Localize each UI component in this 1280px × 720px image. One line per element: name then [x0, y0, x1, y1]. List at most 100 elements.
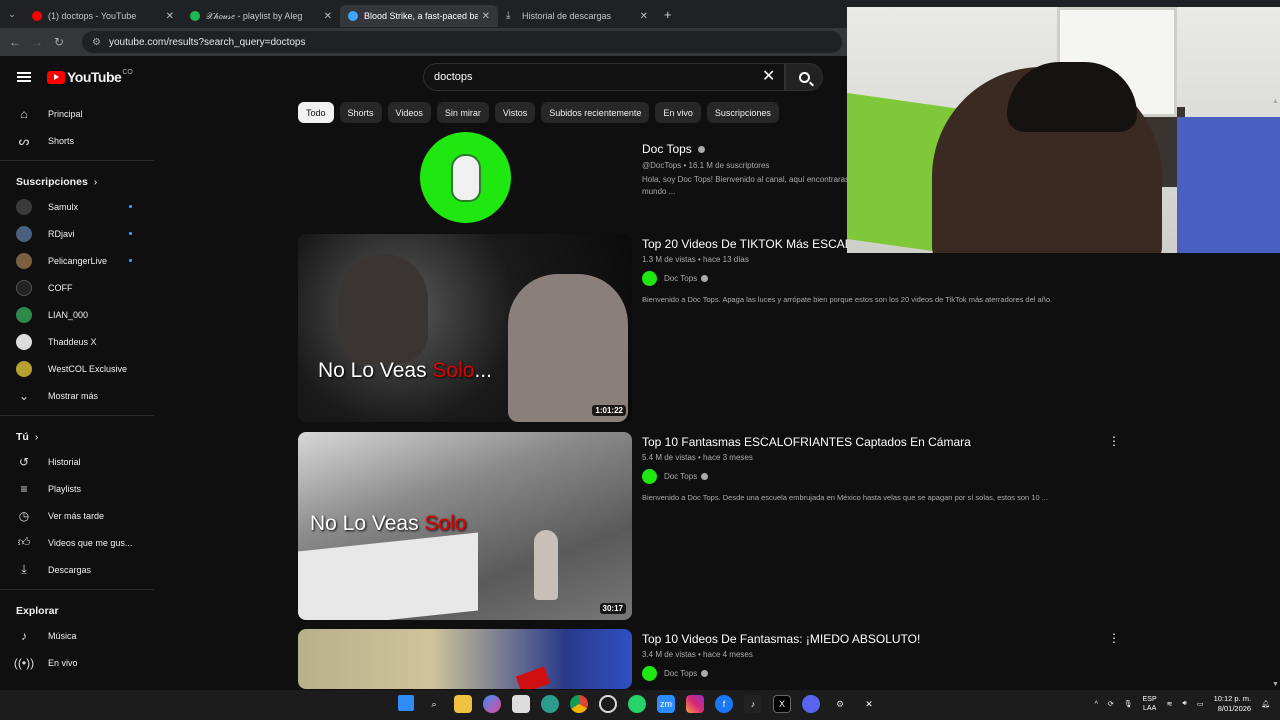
zoom-icon[interactable]: zm: [657, 695, 675, 713]
video-result[interactable]: No Lo Veas Solo 30:17 Top 10 Fantasmas E…: [298, 432, 1128, 620]
sidebar-item-rdjavi[interactable]: RDjavi: [0, 220, 154, 247]
tray-overflow-icon[interactable]: ^: [1095, 701, 1098, 708]
browser-tab-blood-strike[interactable]: Blood Strike, a fast-paced battl ✕: [340, 5, 498, 27]
facebook-icon[interactable]: f: [715, 695, 733, 713]
sidebar-item-pelicangerlive[interactable]: PelicangerLive: [0, 247, 154, 274]
close-tab-icon[interactable]: ✕: [482, 11, 490, 22]
video-title[interactable]: Top 10 Fantasmas ESCALOFRIANTES Captados…: [642, 435, 1122, 449]
reload-icon[interactable]: ↻: [48, 35, 70, 49]
more-options-icon[interactable]: ⋮: [1108, 631, 1120, 645]
edge-icon[interactable]: [541, 695, 559, 713]
chip-en-vivo[interactable]: En vivo: [655, 102, 701, 123]
sidebar-item-playlists[interactable]: ≡ Playlists: [0, 475, 154, 502]
channel-handle-subs: @DocTops • 16.1 M de suscriptores: [642, 161, 770, 170]
chip-vistos[interactable]: Vistos: [494, 102, 536, 123]
settings-icon[interactable]: ⚙: [831, 695, 849, 713]
verified-icon: [701, 670, 709, 677]
browser-tab-downloads[interactable]: ⤓ Historial de descargas ✕: [498, 5, 656, 27]
menu-icon[interactable]: [17, 72, 31, 82]
new-tab-icon[interactable]: +: [664, 7, 672, 22]
chip-todo[interactable]: Todo: [298, 102, 334, 123]
home-icon: ⌂: [20, 106, 28, 121]
wifi-icon[interactable]: ≋: [1167, 700, 1173, 708]
site-info-icon[interactable]: ⚙: [92, 37, 101, 48]
video-thumbnail[interactable]: [298, 629, 632, 689]
back-icon[interactable]: ←: [4, 35, 26, 49]
windows-start-icon[interactable]: [398, 695, 414, 711]
sidebar-item-lian[interactable]: LIAN_000: [0, 301, 154, 328]
notifications-icon[interactable]: 🔔︎: [1261, 700, 1270, 708]
video-result[interactable]: No Lo Veas Solo... 1:01:22 Top 20 Videos…: [298, 234, 1128, 422]
microphone-icon[interactable]: 🎙︎: [1124, 700, 1133, 708]
sidebar-item-label: WestCOL Exclusive: [48, 363, 128, 374]
show-more-button[interactable]: ⌄ Mostrar más: [0, 382, 154, 409]
sidebar-item-samulx[interactable]: Samulx: [0, 193, 154, 220]
close-tab-icon[interactable]: ✕: [640, 11, 648, 22]
video-result[interactable]: Top 10 Videos De Fantasmas: ¡MIEDO ABSOL…: [298, 629, 1128, 689]
sidebar-item-music[interactable]: ♪ Música: [0, 622, 154, 649]
clock[interactable]: 10:12 p. m. 8/01/2026: [1214, 694, 1252, 714]
sidebar-item-live[interactable]: ((•)) En vivo: [0, 649, 154, 676]
tab-search-icon[interactable]: ⌄: [0, 9, 24, 20]
download-favicon-icon: ⤓: [506, 10, 511, 21]
you-heading[interactable]: Tú ›: [0, 422, 154, 448]
capcut-icon[interactable]: ✕: [860, 695, 878, 713]
sidebar-item-coff[interactable]: COFF: [0, 274, 154, 301]
sync-icon[interactable]: ⟳: [1108, 700, 1114, 708]
scroll-down-arrow-icon[interactable]: ▼: [1271, 681, 1280, 688]
video-thumbnail[interactable]: No Lo Veas Solo 30:17: [298, 432, 632, 620]
channel-name[interactable]: Doc Tops: [642, 142, 852, 156]
subscriptions-heading[interactable]: Suscripciones ›: [0, 167, 154, 193]
language-indicator[interactable]: ESP LAA: [1143, 695, 1157, 713]
chip-suscripciones[interactable]: Suscripciones: [706, 102, 779, 123]
video-title[interactable]: Top 10 Videos De Fantasmas: ¡MIEDO ABSOL…: [642, 632, 1122, 646]
url-field[interactable]: ⚙ youtube.com/results?search_query=docto…: [82, 31, 842, 53]
video-thumbnail[interactable]: No Lo Veas Solo... 1:01:22: [298, 234, 632, 422]
page-scrollbar[interactable]: ▲ ▼: [1271, 98, 1280, 688]
search-input[interactable]: doctops: [423, 63, 785, 91]
chip-videos[interactable]: Videos: [387, 102, 431, 123]
search-icon: [798, 71, 810, 83]
youtube-logo[interactable]: YouTube CO: [47, 69, 133, 85]
chip-sin-mirar[interactable]: Sin mirar: [436, 102, 489, 123]
sidebar-item-label: LIAN_000: [48, 309, 89, 320]
sidebar-item-downloads[interactable]: ⤓ Descargas: [0, 556, 154, 583]
sidebar-item-watch-later[interactable]: ◷ Ver más tarde: [0, 502, 154, 529]
volume-icon[interactable]: 🔊︎: [1183, 700, 1187, 708]
forward-icon[interactable]: →: [26, 35, 48, 49]
sidebar-item-historial[interactable]: ↺ Historial: [0, 448, 154, 475]
video-channel[interactable]: Doc Tops: [642, 271, 1122, 286]
clear-search-icon[interactable]: ✕: [762, 66, 775, 86]
browser-tab-youtube[interactable]: (1) doctops - YouTube ✕: [24, 5, 182, 27]
discord-icon[interactable]: [802, 695, 820, 713]
whatsapp-icon[interactable]: [628, 695, 646, 713]
x-icon[interactable]: X: [773, 695, 791, 713]
sidebar-item-shorts[interactable]: ᔕ Shorts: [0, 127, 154, 154]
search-icon[interactable]: ⌕: [425, 695, 443, 713]
close-tab-icon[interactable]: ✕: [166, 11, 174, 22]
channel-avatar[interactable]: [420, 132, 511, 223]
tiktok-icon[interactable]: ♪: [744, 695, 762, 713]
sidebar-item-thaddeus[interactable]: Thaddeus X: [0, 328, 154, 355]
store-icon[interactable]: [512, 695, 530, 713]
video-channel[interactable]: Doc Tops: [642, 469, 1122, 484]
sidebar-item-label: En vivo: [48, 657, 78, 668]
battery-icon[interactable]: ▭: [1197, 700, 1204, 708]
copilot-icon[interactable]: [483, 695, 501, 713]
more-options-icon[interactable]: ⋮: [1108, 434, 1120, 448]
chrome-icon[interactable]: [570, 695, 588, 713]
chatgpt-icon[interactable]: [599, 695, 617, 713]
search-button[interactable]: [785, 63, 823, 91]
video-channel[interactable]: Doc Tops: [642, 666, 1122, 681]
instagram-icon[interactable]: [686, 695, 704, 713]
sidebar-item-westcol[interactable]: WestCOL Exclusive: [0, 355, 154, 382]
scroll-up-arrow-icon[interactable]: ▲: [1271, 98, 1280, 105]
sidebar-item-principal[interactable]: ⌂ Principal: [0, 100, 154, 127]
close-tab-icon[interactable]: ✕: [324, 11, 332, 22]
video-duration: 30:17: [599, 603, 626, 614]
file-explorer-icon[interactable]: [454, 695, 472, 713]
chip-shorts[interactable]: Shorts: [339, 102, 382, 123]
browser-tab-spotify[interactable]: 𝒳𝒽𝑜𝓊𝓈𝑒 - playlist by Aleg ✕: [182, 5, 340, 27]
sidebar-item-liked[interactable]: 👍︎ Videos que me gus...: [0, 529, 154, 556]
chip-subidos-recientemente[interactable]: Subidos recientemente: [541, 102, 650, 123]
